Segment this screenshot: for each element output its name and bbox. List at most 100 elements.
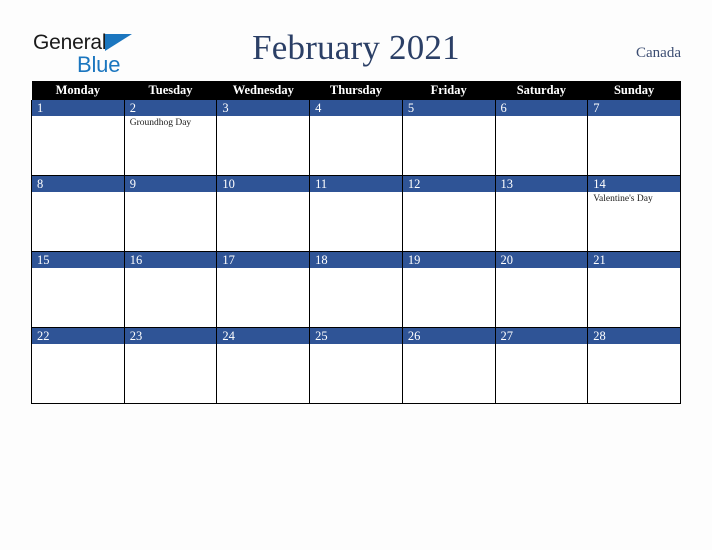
calendar-day-cell[interactable]: 21 <box>587 251 681 328</box>
calendar-day-cell[interactable]: 15 <box>31 251 125 328</box>
calendar-day-cell[interactable]: 8 <box>31 175 125 252</box>
day-number: 28 <box>588 328 680 344</box>
calendar-day-cell[interactable]: 3 <box>216 100 311 176</box>
page-title: February 2021 <box>252 28 460 67</box>
day-events <box>311 116 402 118</box>
day-events <box>589 344 680 346</box>
calendar-day-cell[interactable]: 25 <box>309 327 403 404</box>
calendar-day-cell[interactable]: 14 Valentine's Day <box>587 175 681 252</box>
calendar-day-cell[interactable]: 13 <box>494 175 589 252</box>
day-number: 18 <box>310 252 402 268</box>
weekday-header-monday: Monday <box>31 81 125 100</box>
calendar-day-cell[interactable]: 6 <box>494 100 589 176</box>
day-number: 15 <box>32 252 124 268</box>
calendar-day-cell[interactable]: 1 <box>31 100 125 176</box>
day-events <box>403 268 494 270</box>
calendar-day-cell[interactable]: 18 <box>309 251 403 328</box>
day-number: 24 <box>217 328 309 344</box>
day-number: 7 <box>588 100 680 116</box>
day-number: 20 <box>496 252 587 268</box>
day-events <box>125 344 216 346</box>
day-events <box>403 116 494 118</box>
day-number: 19 <box>403 252 495 268</box>
day-number: 12 <box>403 176 495 192</box>
day-events <box>218 116 309 118</box>
day-number: 8 <box>32 176 124 192</box>
day-number: 6 <box>496 100 587 116</box>
calendar-day-cell[interactable]: 4 <box>309 100 403 176</box>
day-events: Groundhog Day <box>125 116 216 129</box>
country-label: Canada <box>636 45 681 61</box>
day-number: 11 <box>310 176 402 192</box>
calendar-grid: Monday Tuesday Wednesday Thursday Friday… <box>31 81 681 404</box>
weekday-header-row: Monday Tuesday Wednesday Thursday Friday… <box>31 81 681 100</box>
calendar-body: 1 2 Groundhog Day 3 4 5 6 7 8 9 10 11 12 13 14 Valentin… <box>31 100 681 404</box>
day-events <box>218 268 309 270</box>
event-label: Valentine's Day <box>593 194 653 204</box>
day-number: 27 <box>496 328 587 344</box>
calendar-day-cell[interactable]: 5 <box>401 100 496 176</box>
weekday-header-wednesday: Wednesday <box>216 81 310 100</box>
day-number: 2 <box>125 100 216 116</box>
calendar-day-cell[interactable]: 26 <box>401 327 496 404</box>
day-events <box>496 344 587 346</box>
day-number: 22 <box>32 328 124 344</box>
day-events <box>32 192 123 194</box>
calendar-week-row: 15 16 17 18 19 20 21 <box>31 251 681 328</box>
day-events <box>311 344 402 346</box>
calendar-day-cell[interactable]: 22 <box>31 327 125 404</box>
day-number: 25 <box>310 328 402 344</box>
calendar-day-cell[interactable]: 9 <box>123 175 218 252</box>
event-label: Groundhog Day <box>129 118 192 128</box>
day-events <box>32 116 123 118</box>
calendar-day-cell[interactable]: 7 <box>587 100 681 176</box>
calendar-day-cell[interactable]: 12 <box>401 175 496 252</box>
day-events <box>125 192 216 194</box>
day-number: 4 <box>310 100 402 116</box>
calendar-day-cell[interactable]: 19 <box>401 251 496 328</box>
calendar-day-cell[interactable]: 24 <box>216 327 311 404</box>
day-events <box>496 268 587 270</box>
weekday-header-friday: Friday <box>402 81 496 100</box>
weekday-header-sunday: Sunday <box>587 81 681 100</box>
weekday-header-tuesday: Tuesday <box>124 81 217 100</box>
calendar-day-cell[interactable]: 17 <box>216 251 311 328</box>
weekday-header-thursday: Thursday <box>309 81 403 100</box>
day-events <box>496 192 587 194</box>
day-events <box>496 116 587 118</box>
day-events <box>125 268 216 270</box>
weekday-header-saturday: Saturday <box>495 81 588 100</box>
day-number: 10 <box>217 176 309 192</box>
calendar-day-cell[interactable]: 23 <box>123 327 218 404</box>
day-events <box>589 268 680 270</box>
day-number: 3 <box>217 100 309 116</box>
day-events <box>311 268 402 270</box>
calendar-week-row: 8 9 10 11 12 13 14 Valentine's Day <box>31 175 681 252</box>
day-number: 26 <box>403 328 495 344</box>
day-events: Valentine's Day <box>589 192 680 205</box>
day-events <box>403 344 494 346</box>
day-events <box>589 116 680 118</box>
day-events <box>311 192 402 194</box>
calendar-day-cell[interactable]: 16 <box>123 251 218 328</box>
calendar-day-cell[interactable]: 2 Groundhog Day <box>123 100 218 176</box>
day-events <box>32 344 123 346</box>
calendar-day-cell[interactable]: 27 <box>494 327 589 404</box>
calendar-day-cell[interactable]: 20 <box>494 251 589 328</box>
calendar-day-cell[interactable]: 11 <box>309 175 403 252</box>
page-header: General Blue February 2021 Canada <box>0 0 712 78</box>
day-events <box>403 192 494 194</box>
day-number: 13 <box>496 176 587 192</box>
day-events <box>32 268 123 270</box>
calendar-page: General Blue February 2021 Canada Monday… <box>0 0 712 550</box>
day-number: 16 <box>125 252 216 268</box>
calendar-week-row: 1 2 Groundhog Day 3 4 5 6 7 <box>31 100 681 176</box>
calendar-week-row: 22 23 24 25 26 27 28 <box>31 327 681 404</box>
day-number: 14 <box>588 176 680 192</box>
day-number: 9 <box>125 176 216 192</box>
day-number: 17 <box>217 252 309 268</box>
calendar-day-cell[interactable]: 10 <box>216 175 311 252</box>
calendar-day-cell[interactable]: 28 <box>587 327 681 404</box>
day-number: 1 <box>32 100 124 116</box>
day-events <box>218 192 309 194</box>
